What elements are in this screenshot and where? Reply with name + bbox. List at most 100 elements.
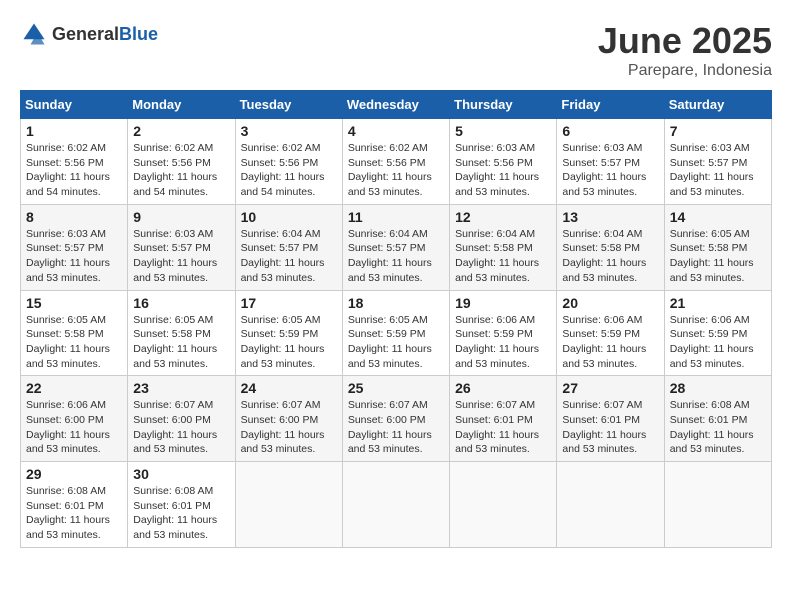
empty-cell — [664, 462, 771, 548]
day-number: 4 — [348, 123, 444, 139]
table-row: 16 Sunrise: 6:05 AM Sunset: 5:58 PM Dayl… — [128, 290, 235, 376]
day-info: Sunrise: 6:07 AM Sunset: 6:00 PM Dayligh… — [133, 398, 229, 457]
table-row: 29 Sunrise: 6:08 AM Sunset: 6:01 PM Dayl… — [21, 462, 128, 548]
empty-cell — [235, 462, 342, 548]
day-info: Sunrise: 6:02 AM Sunset: 5:56 PM Dayligh… — [241, 141, 337, 200]
day-number: 28 — [670, 380, 766, 396]
day-info: Sunrise: 6:08 AM Sunset: 6:01 PM Dayligh… — [133, 484, 229, 543]
day-number: 6 — [562, 123, 658, 139]
title-block: June 2025 Parepare, Indonesia — [598, 20, 772, 80]
table-row: 19 Sunrise: 6:06 AM Sunset: 5:59 PM Dayl… — [450, 290, 557, 376]
day-info: Sunrise: 6:05 AM Sunset: 5:58 PM Dayligh… — [26, 313, 122, 372]
table-row: 23 Sunrise: 6:07 AM Sunset: 6:00 PM Dayl… — [128, 376, 235, 462]
table-row: 12 Sunrise: 6:04 AM Sunset: 5:58 PM Dayl… — [450, 204, 557, 290]
day-number: 19 — [455, 295, 551, 311]
calendar-location: Parepare, Indonesia — [598, 62, 772, 80]
header-row: Sunday Monday Tuesday Wednesday Thursday… — [21, 91, 772, 119]
col-friday: Friday — [557, 91, 664, 119]
day-info: Sunrise: 6:06 AM Sunset: 5:59 PM Dayligh… — [670, 313, 766, 372]
day-info: Sunrise: 6:05 AM Sunset: 5:58 PM Dayligh… — [670, 227, 766, 286]
day-number: 5 — [455, 123, 551, 139]
day-info: Sunrise: 6:07 AM Sunset: 6:01 PM Dayligh… — [562, 398, 658, 457]
day-number: 7 — [670, 123, 766, 139]
table-row: 1 Sunrise: 6:02 AM Sunset: 5:56 PM Dayli… — [21, 119, 128, 205]
page-header: GeneralBlue June 2025 Parepare, Indonesi… — [20, 20, 772, 80]
calendar-week-row: 1 Sunrise: 6:02 AM Sunset: 5:56 PM Dayli… — [21, 119, 772, 205]
day-number: 27 — [562, 380, 658, 396]
col-wednesday: Wednesday — [342, 91, 449, 119]
day-info: Sunrise: 6:08 AM Sunset: 6:01 PM Dayligh… — [670, 398, 766, 457]
day-info: Sunrise: 6:03 AM Sunset: 5:57 PM Dayligh… — [562, 141, 658, 200]
day-info: Sunrise: 6:03 AM Sunset: 5:57 PM Dayligh… — [670, 141, 766, 200]
calendar-table: Sunday Monday Tuesday Wednesday Thursday… — [20, 90, 772, 548]
day-info: Sunrise: 6:06 AM Sunset: 5:59 PM Dayligh… — [455, 313, 551, 372]
table-row: 21 Sunrise: 6:06 AM Sunset: 5:59 PM Dayl… — [664, 290, 771, 376]
day-number: 18 — [348, 295, 444, 311]
col-monday: Monday — [128, 91, 235, 119]
calendar-week-row: 15 Sunrise: 6:05 AM Sunset: 5:58 PM Dayl… — [21, 290, 772, 376]
day-number: 16 — [133, 295, 229, 311]
table-row: 14 Sunrise: 6:05 AM Sunset: 5:58 PM Dayl… — [664, 204, 771, 290]
day-number: 20 — [562, 295, 658, 311]
day-number: 12 — [455, 209, 551, 225]
table-row: 5 Sunrise: 6:03 AM Sunset: 5:56 PM Dayli… — [450, 119, 557, 205]
day-info: Sunrise: 6:03 AM Sunset: 5:57 PM Dayligh… — [26, 227, 122, 286]
table-row: 2 Sunrise: 6:02 AM Sunset: 5:56 PM Dayli… — [128, 119, 235, 205]
day-info: Sunrise: 6:04 AM Sunset: 5:57 PM Dayligh… — [241, 227, 337, 286]
day-info: Sunrise: 6:07 AM Sunset: 6:01 PM Dayligh… — [455, 398, 551, 457]
day-number: 13 — [562, 209, 658, 225]
table-row: 27 Sunrise: 6:07 AM Sunset: 6:01 PM Dayl… — [557, 376, 664, 462]
day-info: Sunrise: 6:02 AM Sunset: 5:56 PM Dayligh… — [133, 141, 229, 200]
table-row: 17 Sunrise: 6:05 AM Sunset: 5:59 PM Dayl… — [235, 290, 342, 376]
calendar-week-row: 29 Sunrise: 6:08 AM Sunset: 6:01 PM Dayl… — [21, 462, 772, 548]
col-thursday: Thursday — [450, 91, 557, 119]
day-number: 15 — [26, 295, 122, 311]
day-number: 22 — [26, 380, 122, 396]
table-row: 15 Sunrise: 6:05 AM Sunset: 5:58 PM Dayl… — [21, 290, 128, 376]
table-row: 13 Sunrise: 6:04 AM Sunset: 5:58 PM Dayl… — [557, 204, 664, 290]
empty-cell — [557, 462, 664, 548]
table-row: 4 Sunrise: 6:02 AM Sunset: 5:56 PM Dayli… — [342, 119, 449, 205]
table-row: 20 Sunrise: 6:06 AM Sunset: 5:59 PM Dayl… — [557, 290, 664, 376]
day-info: Sunrise: 6:06 AM Sunset: 5:59 PM Dayligh… — [562, 313, 658, 372]
day-number: 3 — [241, 123, 337, 139]
table-row: 7 Sunrise: 6:03 AM Sunset: 5:57 PM Dayli… — [664, 119, 771, 205]
day-info: Sunrise: 6:03 AM Sunset: 5:57 PM Dayligh… — [133, 227, 229, 286]
day-info: Sunrise: 6:04 AM Sunset: 5:58 PM Dayligh… — [455, 227, 551, 286]
day-info: Sunrise: 6:07 AM Sunset: 6:00 PM Dayligh… — [241, 398, 337, 457]
day-info: Sunrise: 6:04 AM Sunset: 5:58 PM Dayligh… — [562, 227, 658, 286]
empty-cell — [342, 462, 449, 548]
day-info: Sunrise: 6:02 AM Sunset: 5:56 PM Dayligh… — [26, 141, 122, 200]
table-row: 22 Sunrise: 6:06 AM Sunset: 6:00 PM Dayl… — [21, 376, 128, 462]
day-number: 11 — [348, 209, 444, 225]
day-info: Sunrise: 6:07 AM Sunset: 6:00 PM Dayligh… — [348, 398, 444, 457]
calendar-week-row: 8 Sunrise: 6:03 AM Sunset: 5:57 PM Dayli… — [21, 204, 772, 290]
day-info: Sunrise: 6:08 AM Sunset: 6:01 PM Dayligh… — [26, 484, 122, 543]
calendar-week-row: 22 Sunrise: 6:06 AM Sunset: 6:00 PM Dayl… — [21, 376, 772, 462]
day-number: 21 — [670, 295, 766, 311]
day-number: 14 — [670, 209, 766, 225]
table-row: 10 Sunrise: 6:04 AM Sunset: 5:57 PM Dayl… — [235, 204, 342, 290]
logo-icon — [20, 20, 48, 48]
day-number: 8 — [26, 209, 122, 225]
day-info: Sunrise: 6:06 AM Sunset: 6:00 PM Dayligh… — [26, 398, 122, 457]
table-row: 26 Sunrise: 6:07 AM Sunset: 6:01 PM Dayl… — [450, 376, 557, 462]
table-row: 6 Sunrise: 6:03 AM Sunset: 5:57 PM Dayli… — [557, 119, 664, 205]
day-info: Sunrise: 6:05 AM Sunset: 5:59 PM Dayligh… — [348, 313, 444, 372]
col-sunday: Sunday — [21, 91, 128, 119]
table-row: 8 Sunrise: 6:03 AM Sunset: 5:57 PM Dayli… — [21, 204, 128, 290]
day-info: Sunrise: 6:04 AM Sunset: 5:57 PM Dayligh… — [348, 227, 444, 286]
day-number: 29 — [26, 466, 122, 482]
day-number: 30 — [133, 466, 229, 482]
table-row: 3 Sunrise: 6:02 AM Sunset: 5:56 PM Dayli… — [235, 119, 342, 205]
day-number: 26 — [455, 380, 551, 396]
calendar-title: June 2025 — [598, 20, 772, 62]
day-number: 25 — [348, 380, 444, 396]
day-number: 9 — [133, 209, 229, 225]
day-info: Sunrise: 6:05 AM Sunset: 5:59 PM Dayligh… — [241, 313, 337, 372]
table-row: 28 Sunrise: 6:08 AM Sunset: 6:01 PM Dayl… — [664, 376, 771, 462]
logo-text-general: General — [52, 24, 119, 44]
day-info: Sunrise: 6:05 AM Sunset: 5:58 PM Dayligh… — [133, 313, 229, 372]
table-row: 9 Sunrise: 6:03 AM Sunset: 5:57 PM Dayli… — [128, 204, 235, 290]
day-number: 23 — [133, 380, 229, 396]
